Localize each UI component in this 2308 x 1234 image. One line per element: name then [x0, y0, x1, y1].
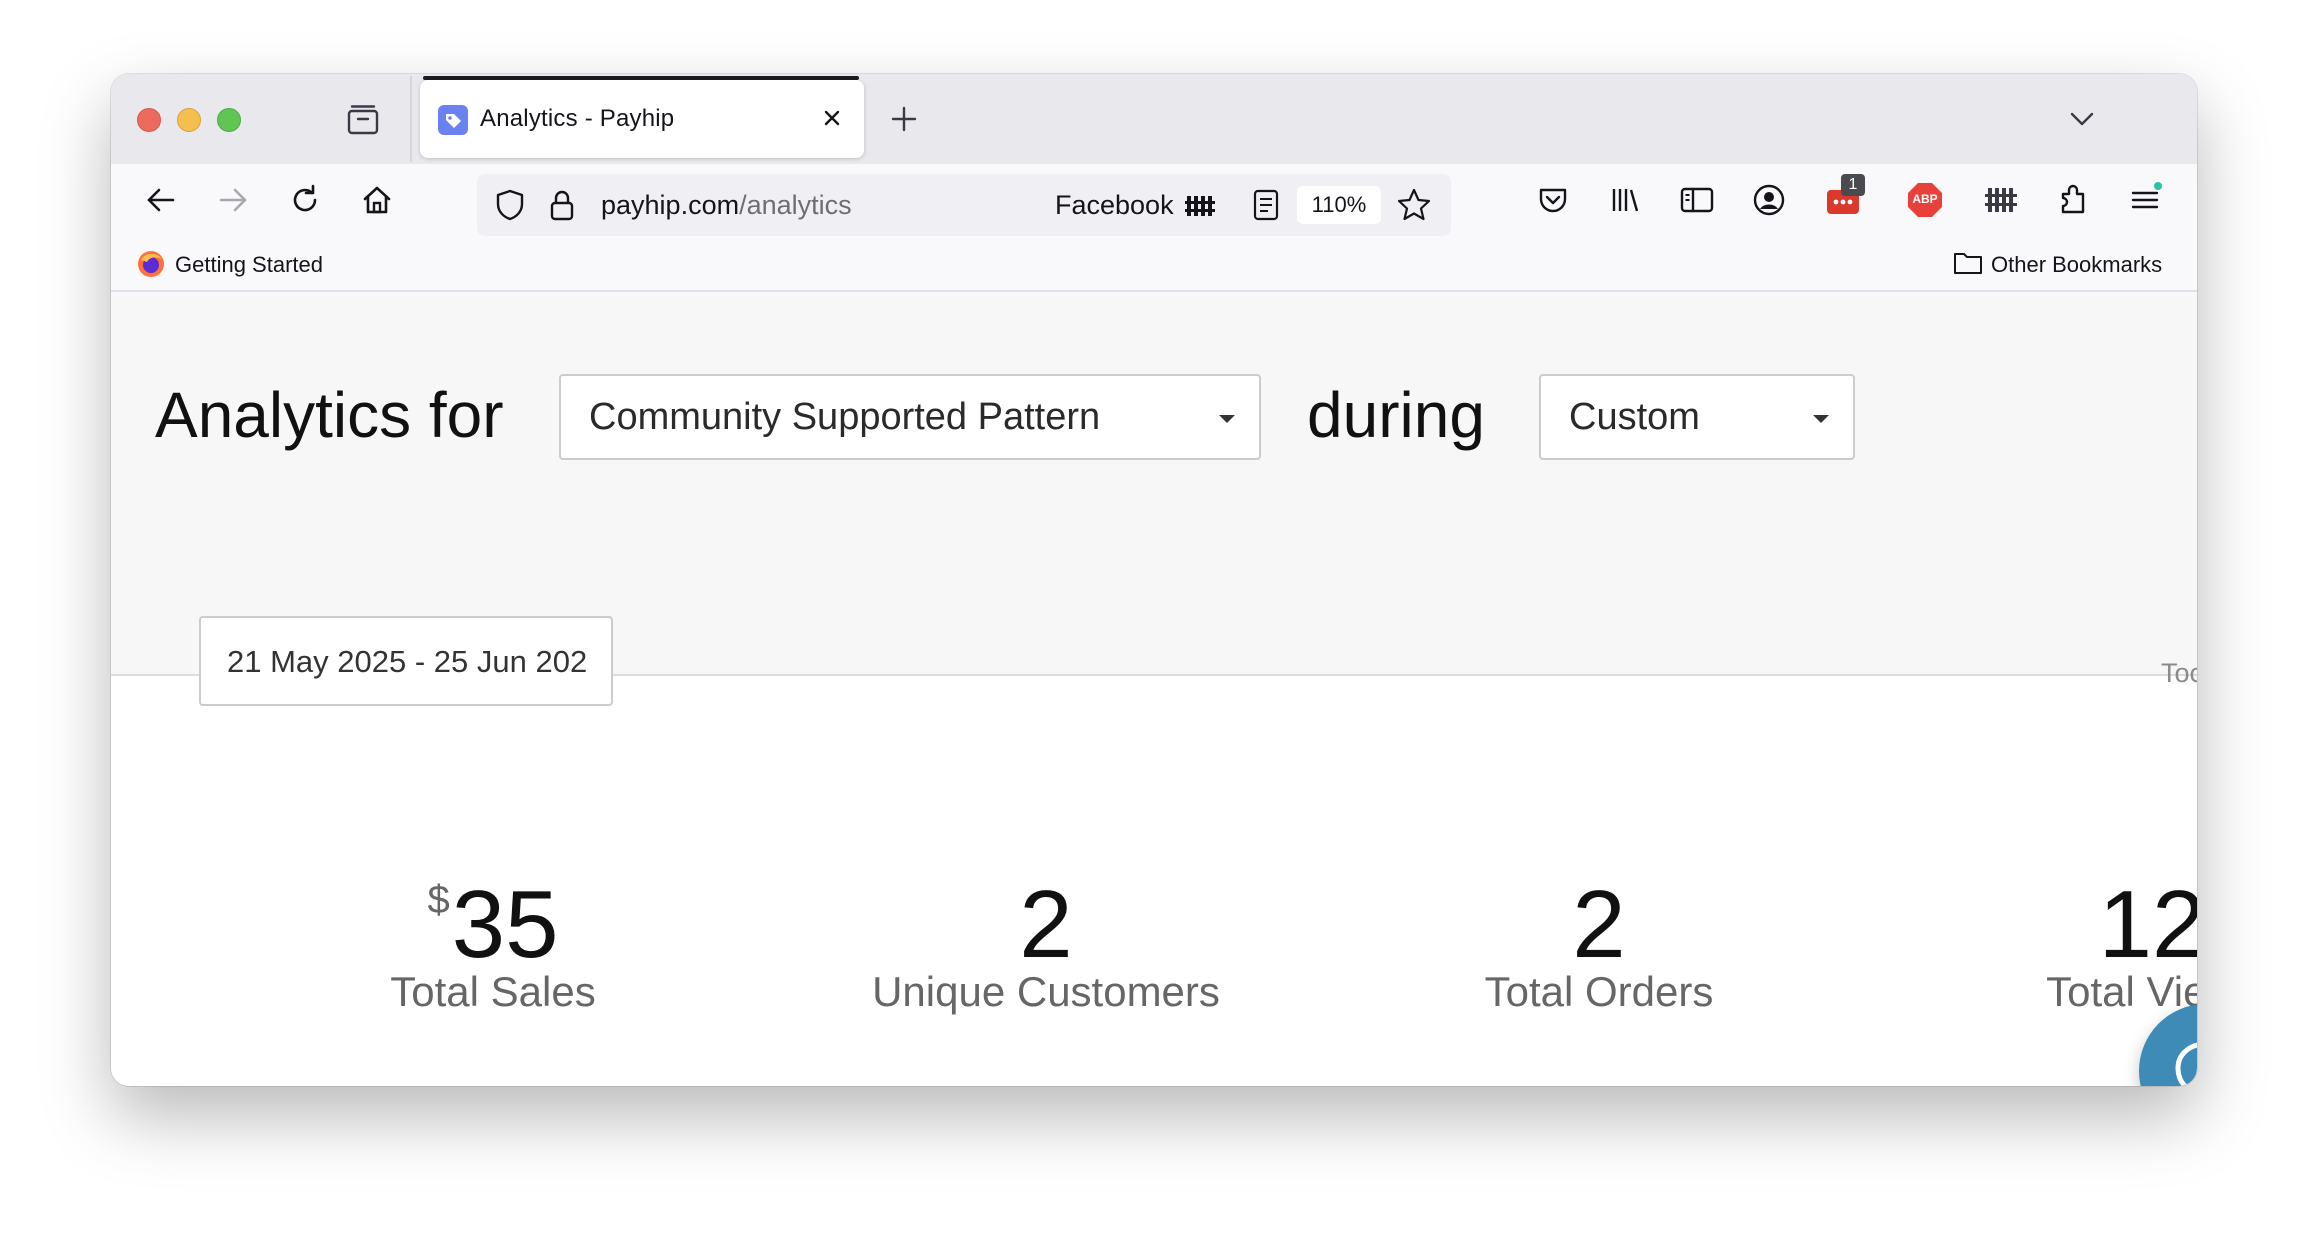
new-tab-icon[interactable] — [885, 100, 923, 138]
navigation-toolbar: payhip.com/analytics Facebook 110% 1 ABP — [111, 164, 2197, 236]
close-tab-icon[interactable] — [816, 102, 848, 134]
url-domain: payhip.com — [601, 190, 740, 220]
page-content: Analytics for Community Supported Patter… — [111, 294, 2197, 1086]
zoom-window-button[interactable] — [217, 108, 241, 132]
bookmark-getting-started[interactable]: Getting Started — [175, 252, 323, 278]
during-label: during — [1307, 379, 1485, 451]
stat-label: Total Sales — [390, 968, 596, 1015]
reader-view-icon[interactable] — [1251, 188, 1281, 222]
facebook-container-indicator[interactable]: Facebook — [1055, 190, 1216, 221]
tab-strip-separator — [410, 76, 412, 162]
product-select-value: Community Supported Pattern — [589, 396, 1101, 438]
period-select-value: Custom — [1569, 396, 1700, 438]
fence-icon — [1185, 196, 1216, 216]
caret-down-icon — [1219, 415, 1235, 423]
container-label: Facebook — [1055, 190, 1174, 220]
home-icon[interactable] — [357, 180, 397, 220]
stat-label: Total Views — [2046, 968, 2197, 1015]
tab-strip: Analytics - Payhip — [111, 74, 2197, 164]
back-arrow-icon[interactable] — [141, 180, 181, 220]
caret-down-icon — [1813, 415, 1829, 423]
fence-extension-icon[interactable] — [1981, 180, 2021, 220]
bookmark-star-icon[interactable] — [1395, 186, 1433, 224]
analytics-for-label: Analytics for — [155, 379, 504, 451]
bookmark-other-bookmarks[interactable]: Other Bookmarks — [1991, 252, 2162, 278]
minimize-window-button[interactable] — [177, 108, 201, 132]
lock-icon[interactable] — [545, 186, 579, 224]
sidebar-icon[interactable] — [1677, 180, 1717, 220]
address-bar[interactable]: payhip.com/analytics Facebook 110% — [477, 174, 1451, 236]
firefox-view-icon[interactable] — [345, 102, 381, 138]
desktop-background: Analytics - Payhip payhip.com/analytics … — [0, 0, 2308, 1234]
stat-label: Unique Customers — [872, 968, 1220, 1015]
forward-arrow-icon[interactable] — [213, 180, 253, 220]
browser-window: Analytics - Payhip payhip.com/analytics … — [111, 74, 2197, 1086]
library-icon[interactable] — [1605, 180, 1645, 220]
reload-icon[interactable] — [285, 180, 325, 220]
shield-icon[interactable] — [491, 186, 529, 224]
account-icon[interactable] — [1749, 180, 1789, 220]
total-orders-value: 2 — [1572, 871, 1626, 978]
unique-customers-value: 2 — [1019, 871, 1073, 978]
pocket-icon[interactable] — [1533, 180, 1573, 220]
url-text[interactable]: payhip.com/analytics — [601, 190, 852, 221]
period-select[interactable]: Custom — [1539, 374, 1855, 460]
tab-analytics[interactable]: Analytics - Payhip — [420, 80, 864, 158]
folder-icon — [1954, 253, 1982, 274]
close-window-button[interactable] — [137, 108, 161, 132]
tab-title: Analytics - Payhip — [480, 105, 675, 132]
payhip-favicon-icon — [438, 105, 468, 135]
clipped-text: Toc — [2161, 658, 2197, 688]
adblock-plus-button[interactable]: ABP — [1905, 180, 1945, 220]
chevron-down-icon[interactable] — [2063, 100, 2101, 138]
total-sales-value: 35 — [451, 871, 559, 978]
hamburger-menu-icon — [2131, 182, 2162, 209]
abp-label: ABP — [1912, 192, 1938, 206]
date-range-input[interactable]: 21 May 2025 - 25 Jun 202 — [199, 616, 613, 706]
firefox-logo-icon — [138, 251, 164, 277]
date-range-value: 21 May 2025 - 25 Jun 202 — [227, 644, 588, 679]
stat-value: $35 — [283, 870, 703, 980]
extension-badge: 1 — [1841, 174, 1865, 196]
zoom-level-button[interactable]: 110% — [1297, 186, 1381, 224]
product-select[interactable]: Community Supported Pattern — [559, 374, 1261, 460]
extensions-puzzle-icon[interactable] — [2053, 180, 2093, 220]
extension-button[interactable]: 1 — [1823, 174, 1865, 220]
bookmarks-toolbar: Getting Started Other Bookmarks — [111, 236, 2197, 292]
url-path: /analytics — [739, 190, 852, 220]
currency-symbol: $ — [427, 878, 450, 922]
total-views-value: 12 — [2098, 871, 2197, 978]
chat-bubble-icon — [2175, 1042, 2197, 1086]
stat-label: Total Orders — [1484, 968, 1714, 1015]
app-menu-button[interactable] — [2125, 180, 2165, 220]
